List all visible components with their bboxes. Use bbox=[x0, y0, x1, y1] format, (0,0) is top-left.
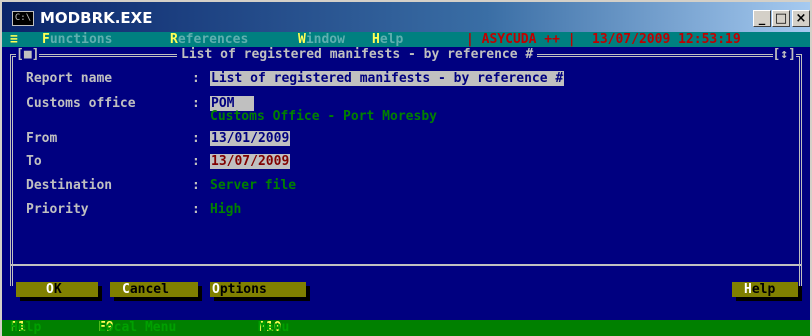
button-separator bbox=[10, 264, 802, 266]
menu-references[interactable]: References bbox=[170, 32, 248, 47]
menu-window[interactable]: Window bbox=[298, 32, 345, 47]
from-date-field[interactable]: 13/01/2009 bbox=[210, 131, 291, 146]
status-bar: F1 Help F9 Local Menu F10 Menu bbox=[2, 320, 810, 336]
customs-office-name: Customs Office - Port Moresby bbox=[210, 109, 437, 124]
priority-field[interactable]: High bbox=[210, 202, 241, 217]
close-button[interactable]: × bbox=[792, 10, 810, 27]
system-menu-icon[interactable]: ≡ bbox=[10, 32, 18, 47]
destination-label: Destination bbox=[26, 178, 113, 193]
destination-field[interactable]: Server file bbox=[210, 178, 296, 193]
app-name: | ASYCUDA ++ | bbox=[466, 32, 576, 47]
help-button[interactable]: Help bbox=[732, 282, 798, 297]
menu-help[interactable]: Help bbox=[372, 32, 403, 47]
to-label: To bbox=[26, 154, 42, 169]
window-title: MODBRK.EXE bbox=[40, 9, 153, 27]
cancel-button[interactable]: Cancel bbox=[110, 282, 198, 297]
report-name-label: Report name bbox=[26, 71, 113, 86]
dialog-frame bbox=[10, 54, 802, 286]
customs-office-label: Customs office bbox=[26, 96, 136, 111]
terminal-screen: ≡ Functions References Window Help | ASY… bbox=[2, 32, 810, 336]
ok-button[interactable]: OK bbox=[16, 282, 98, 297]
dialog-title-bar: [■] List of registered manifests - by re… bbox=[2, 47, 810, 62]
console-window: C:\ MODBRK.EXE _ □ × ≡ Functions Referen… bbox=[0, 0, 812, 336]
minimize-button[interactable]: _ bbox=[753, 10, 771, 27]
menu-datetime: 13/07/2009 12:53:19 bbox=[592, 32, 741, 47]
report-name-field[interactable]: List of registered manifests - by refere… bbox=[210, 71, 565, 86]
priority-label: Priority bbox=[26, 202, 89, 217]
from-label: From bbox=[26, 131, 58, 146]
menu-functions[interactable]: Functions bbox=[42, 32, 112, 47]
menu-bar: ≡ Functions References Window Help | ASY… bbox=[2, 32, 810, 47]
options-button[interactable]: Options bbox=[210, 282, 306, 297]
dialog-resize-icon[interactable]: [↕] bbox=[772, 47, 796, 62]
to-date-field[interactable]: 13/07/2009 bbox=[210, 154, 291, 169]
dialog-close-icon[interactable]: [■] bbox=[16, 47, 40, 62]
title-bar[interactable]: C:\ MODBRK.EXE _ □ × bbox=[2, 2, 810, 32]
console-icon[interactable]: C:\ bbox=[12, 11, 34, 26]
dialog-title: List of registered manifests - by refere… bbox=[177, 47, 538, 62]
maximize-button[interactable]: □ bbox=[772, 10, 790, 27]
